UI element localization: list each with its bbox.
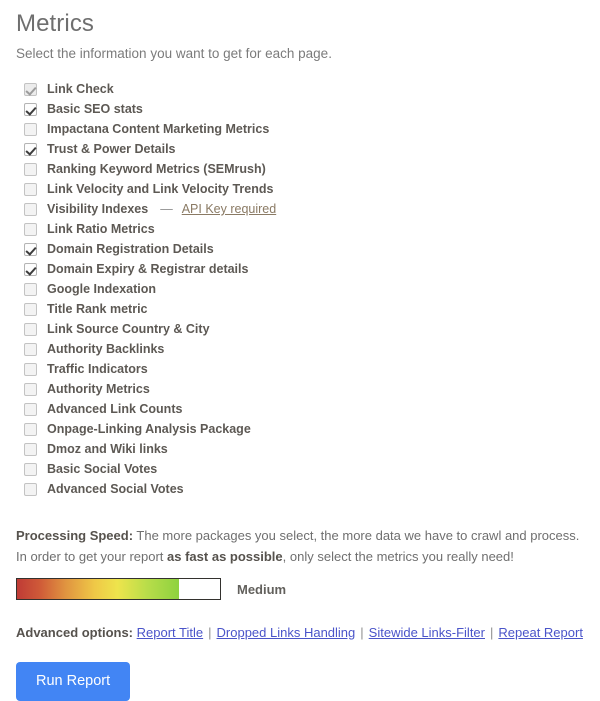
processing-speed-gauge-fill — [17, 579, 180, 599]
processing-speed-row: Medium — [16, 578, 584, 600]
processing-speed-value: Medium — [237, 581, 287, 597]
metric-checkbox-empty[interactable] — [24, 222, 37, 236]
metric-label: Advanced Social Votes — [47, 482, 184, 496]
metric-checkbox-empty[interactable] — [24, 162, 37, 176]
metric-label: Title Rank metric — [47, 302, 148, 316]
processing-speed-label: Processing Speed: — [16, 528, 134, 543]
metric-checkbox-empty[interactable] — [24, 302, 37, 316]
processing-speed-line-2: In order to get your report as fast as p… — [16, 546, 584, 567]
processing-speed-line2-post: , only select the metrics you really nee… — [282, 549, 514, 564]
metric-label: Link Source Country & City — [47, 322, 210, 336]
metric-checkbox-empty[interactable] — [24, 182, 37, 196]
metric-checkbox-empty[interactable] — [24, 122, 37, 136]
metric-row[interactable]: Link Source Country & City — [16, 319, 584, 339]
metric-checkbox-empty[interactable] — [24, 442, 37, 456]
metric-checkbox-empty[interactable] — [24, 342, 37, 356]
metric-row[interactable]: Link Velocity and Link Velocity Trends — [16, 179, 584, 199]
metric-row[interactable]: Domain Expiry & Registrar details — [16, 259, 584, 279]
metric-label: Advanced Link Counts — [47, 402, 183, 416]
metric-checkbox-empty[interactable] — [24, 422, 37, 436]
processing-speed-line2-pre: In order to get your report — [16, 549, 168, 564]
metric-label: Domain Registration Details — [47, 242, 214, 256]
metric-row[interactable]: Trust & Power Details — [16, 139, 584, 159]
processing-speed-note: Processing Speed: The more packages you … — [16, 525, 584, 567]
advanced-link-separator: | — [490, 625, 494, 640]
advanced-link-separator: | — [208, 625, 212, 640]
metric-label: Dmoz and Wiki links — [47, 442, 168, 456]
metric-row[interactable]: Onpage-Linking Analysis Package — [16, 419, 584, 439]
metric-label: Authority Metrics — [47, 382, 150, 396]
metric-checkbox-checked[interactable] — [24, 262, 37, 276]
metric-checkbox-disabled — [24, 82, 37, 96]
metric-row[interactable]: Authority Backlinks — [16, 339, 584, 359]
metric-row[interactable]: Basic Social Votes — [16, 459, 584, 479]
metric-note-dash: — — [160, 202, 173, 216]
metric-row[interactable]: Basic SEO stats — [16, 99, 584, 119]
metric-label: Ranking Keyword Metrics (SEMrush) — [47, 162, 266, 176]
metric-row[interactable]: Traffic Indicators — [16, 359, 584, 379]
metric-row[interactable]: Domain Registration Details — [16, 239, 584, 259]
processing-speed-text: The more packages you select, the more d… — [133, 528, 580, 543]
processing-speed-gauge[interactable] — [16, 578, 221, 600]
metrics-panel: Metrics Select the information you want … — [0, 0, 600, 701]
advanced-link[interactable]: Report Title — [137, 625, 203, 640]
metric-label: Basic Social Votes — [47, 462, 158, 476]
advanced-link[interactable]: Sitewide Links-Filter — [369, 625, 485, 640]
processing-speed-line-1: Processing Speed: The more packages you … — [16, 525, 584, 546]
metric-label: Basic SEO stats — [47, 102, 143, 116]
metric-row[interactable]: Google Indexation — [16, 279, 584, 299]
page-subtitle: Select the information you want to get f… — [16, 46, 332, 61]
metric-label: Impactana Content Marketing Metrics — [47, 122, 270, 136]
advanced-options-row: Advanced options: Report Title | Dropped L… — [16, 624, 584, 642]
metric-row[interactable]: Link Ratio Metrics — [16, 219, 584, 239]
metric-row[interactable]: Link Check — [16, 79, 584, 99]
metric-row[interactable]: Impactana Content Marketing Metrics — [16, 119, 584, 139]
metric-label: Visibility Indexes — [47, 202, 149, 216]
metric-checkbox-empty[interactable] — [24, 202, 37, 216]
metric-row[interactable]: Advanced Link Counts — [16, 399, 584, 419]
metric-checkbox-empty[interactable] — [24, 462, 37, 476]
metric-row[interactable]: Authority Metrics — [16, 379, 584, 399]
metric-label: Link Check — [47, 82, 114, 96]
metric-checkbox-empty[interactable] — [24, 402, 37, 416]
metric-row[interactable]: Advanced Social Votes — [16, 479, 584, 499]
metric-label: Google Indexation — [47, 282, 157, 296]
metrics-checkbox-list: Link Check Basic SEO stats Impactana Conte… — [16, 79, 584, 499]
metric-checkbox-empty[interactable] — [24, 282, 37, 296]
metric-row[interactable]: Ranking Keyword Metrics (SEMrush) — [16, 159, 584, 179]
metric-label: Traffic Indicators — [47, 362, 148, 376]
advanced-link-separator: | — [360, 625, 364, 640]
metric-label: Link Ratio Metrics — [47, 222, 155, 236]
metric-checkbox-empty[interactable] — [24, 322, 37, 336]
api-key-required-link[interactable]: API Key required — [182, 202, 277, 216]
metric-row[interactable]: Visibility Indexes — API Key required — [16, 199, 584, 219]
metric-row[interactable]: Title Rank metric — [16, 299, 584, 319]
metric-checkbox-empty[interactable] — [24, 362, 37, 376]
metric-checkbox-checked[interactable] — [24, 142, 37, 156]
page-title: Metrics — [16, 10, 95, 37]
run-report-button[interactable]: Run Report — [16, 662, 131, 701]
metric-label: Authority Backlinks — [47, 342, 165, 356]
processing-speed-emphasis: as fast as possible — [167, 549, 283, 564]
metric-label: Domain Expiry & Registrar details — [47, 262, 249, 276]
metric-row[interactable]: Dmoz and Wiki links — [16, 439, 584, 459]
metric-label: Trust & Power Details — [47, 142, 176, 156]
metric-checkbox-checked[interactable] — [24, 242, 37, 256]
metric-checkbox-empty[interactable] — [24, 482, 37, 496]
advanced-link[interactable]: Repeat Report — [498, 625, 583, 640]
metric-label: Link Velocity and Link Velocity Trends — [47, 182, 274, 196]
metric-checkbox-checked[interactable] — [24, 102, 37, 116]
metric-checkbox-empty[interactable] — [24, 382, 37, 396]
advanced-options-label: Advanced options: — [16, 625, 134, 640]
metric-label: Onpage-Linking Analysis Package — [47, 422, 251, 436]
advanced-link[interactable]: Dropped Links Handling — [217, 625, 356, 640]
